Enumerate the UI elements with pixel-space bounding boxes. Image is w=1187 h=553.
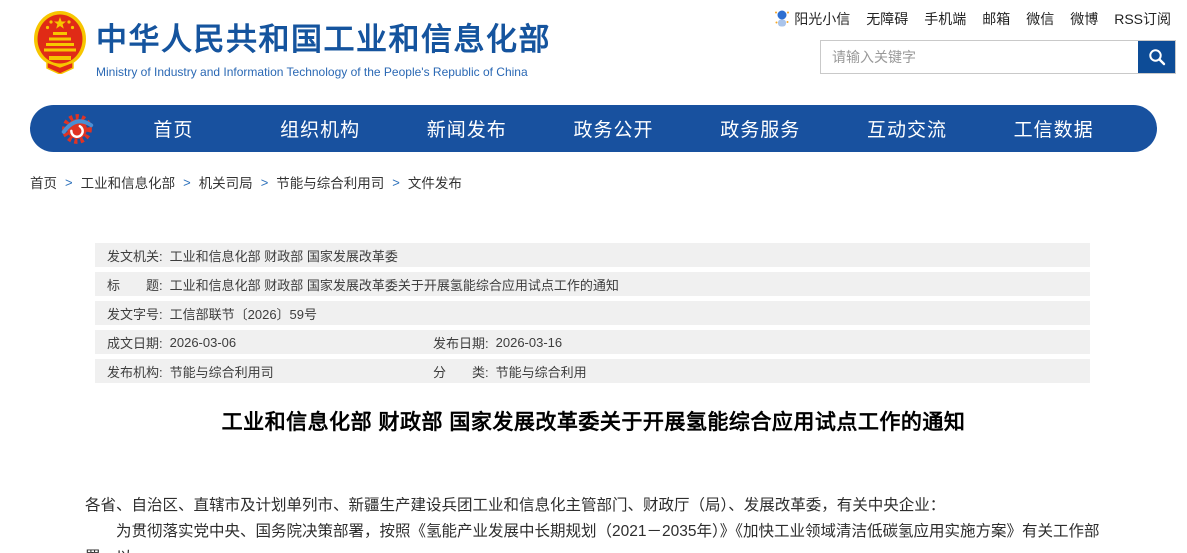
breadcrumb-separator: > (392, 174, 400, 190)
meta-cell: 发布日期: 2026-03-16 (433, 333, 562, 352)
quick-link-label: 无障碍 (866, 11, 909, 27)
nav-item-gov-services[interactable]: 政务服务 (687, 115, 834, 142)
quick-link-sunshine[interactable]: 阳光小信 (774, 9, 850, 29)
breadcrumb-separator: > (183, 174, 191, 190)
meta-label: 成文日期: (107, 335, 163, 351)
meta-cell: 发文机关: 工业和信息化部 财政部 国家发展改革委 (107, 246, 398, 265)
article-salutation: 各省、自治区、直辖市及计划单列市、新疆生产建设兵团工业和信息化主管部门、财政厅（… (85, 497, 946, 514)
quick-links: 阳光小信 无障碍 手机端 邮箱 微信 微博 RSS订阅 (774, 9, 1171, 29)
meta-cell: 成文日期: 2026-03-06 (107, 333, 433, 352)
nav-items: 首页 组织机构 新闻发布 政务公开 政务服务 互动交流 工信数据 (100, 115, 1127, 142)
nav-item-miit-data[interactable]: 工信数据 (980, 115, 1127, 142)
search-input[interactable] (821, 41, 1138, 73)
nav-item-home[interactable]: 首页 (100, 115, 247, 142)
meta-value: 节能与综合利用 (495, 364, 587, 380)
meta-cell: 发布机构: 节能与综合利用司 (107, 362, 433, 381)
meta-row-dates: 成文日期: 2026-03-06 发布日期: 2026-03-16 (95, 330, 1090, 354)
meta-label: 发布机构: (107, 364, 163, 380)
ministry-title-block: 中华人民共和国工业和信息化部 Ministry of Industry and … (96, 8, 551, 79)
ministry-title-en: Ministry of Industry and Information Tec… (96, 65, 528, 79)
meta-cell: 分 类: 节能与综合利用 (433, 362, 587, 381)
breadcrumb-item-documents[interactable]: 文件发布 (408, 172, 462, 192)
article-title: 工业和信息化部 财政部 国家发展改革委关于开展氢能综合应用试点工作的通知 (221, 411, 966, 434)
nav-item-organization[interactable]: 组织机构 (247, 115, 394, 142)
search-bar (820, 40, 1176, 74)
quick-link-weibo[interactable]: 微博 (1070, 9, 1098, 29)
quick-link-accessibility[interactable]: 无障碍 (866, 9, 908, 29)
nav-item-news[interactable]: 新闻发布 (393, 115, 540, 142)
search-button[interactable] (1138, 41, 1175, 73)
ministry-title-cn: 中华人民共和国工业和信息化部 (96, 22, 551, 57)
meta-value: 工信部联节〔2026〕59号 (169, 306, 318, 322)
quick-link-label: 微博 (1070, 11, 1099, 27)
quick-link-label: 邮箱 (982, 11, 1011, 27)
quick-link-label: 手机端 (924, 11, 967, 27)
quick-link-label: RSS订阅 (1114, 11, 1171, 27)
meta-value: 工业和信息化部 财政部 国家发展改革委 (169, 248, 398, 264)
document-meta-table: 发文机关: 工业和信息化部 财政部 国家发展改革委 标 题: 工业和信息化部 财… (95, 243, 1090, 388)
sunshine-mascot-icon (775, 10, 790, 27)
meta-value: 节能与综合利用司 (169, 364, 274, 380)
breadcrumb-item-home[interactable]: 首页 (30, 172, 57, 192)
nav-item-gov-disclosure[interactable]: 政务公开 (540, 115, 687, 142)
meta-label: 发文字号: (107, 306, 163, 322)
meta-label: 发布日期: (433, 335, 489, 351)
meta-cell: 发文字号: 工信部联节〔2026〕59号 (107, 304, 317, 323)
article-body: 各省、自治区、直辖市及计划单列市、新疆生产建设兵团工业和信息化主管部门、财政厅（… (85, 493, 1107, 553)
nav-item-interaction[interactable]: 互动交流 (834, 115, 981, 142)
meta-label: 标 题: (107, 277, 163, 293)
breadcrumb-separator: > (260, 174, 269, 190)
quick-link-rss[interactable]: RSS订阅 (1114, 9, 1171, 29)
quick-link-label: 阳光小信 (794, 11, 851, 27)
meta-value: 2026-03-06 (169, 334, 237, 350)
breadcrumb-item-miit[interactable]: 工业和信息化部 (81, 172, 176, 192)
meta-value: 2026-03-16 (495, 334, 563, 350)
meta-label: 发文机关: (107, 248, 163, 264)
breadcrumb-item-energy-dept[interactable]: 节能与综合利用司 (276, 172, 384, 192)
breadcrumb: 首页 > 工业和信息化部 > 机关司局 > 节能与综合利用司 > 文件发布 (30, 172, 462, 192)
quick-link-mail[interactable]: 邮箱 (982, 9, 1010, 29)
national-emblem-icon (34, 11, 86, 74)
meta-value: 工业和信息化部 财政部 国家发展改革委关于开展氢能综合应用试点工作的通知 (169, 277, 619, 293)
breadcrumb-separator: > (65, 174, 73, 190)
quick-link-mobile[interactable]: 手机端 (924, 9, 966, 29)
header-brand-link[interactable]: 中华人民共和国工业和信息化部 Ministry of Industry and … (32, 8, 551, 79)
meta-row-issuing-agency: 发文机关: 工业和信息化部 财政部 国家发展改革委 (95, 243, 1090, 267)
meta-row-doc-number: 发文字号: 工信部联节〔2026〕59号 (95, 301, 1090, 325)
meta-row-title: 标 题: 工业和信息化部 财政部 国家发展改革委关于开展氢能综合应用试点工作的通… (95, 272, 1090, 296)
miit-logo-icon[interactable] (60, 112, 94, 146)
meta-cell: 标 题: 工业和信息化部 财政部 国家发展改革委关于开展氢能综合应用试点工作的通… (107, 275, 619, 294)
search-icon (1148, 49, 1165, 66)
article-paragraph: 为贯彻落实党中央、国务院决策部署，按照《氢能产业发展中长期规划（2021－203… (85, 523, 1100, 553)
meta-label: 分 类: (433, 364, 489, 380)
quick-link-label: 微信 (1026, 11, 1055, 27)
meta-row-publisher-category: 发布机构: 节能与综合利用司 分 类: 节能与综合利用 (95, 359, 1090, 383)
page: 中华人民共和国工业和信息化部 Ministry of Industry and … (0, 0, 1187, 553)
main-nav: 首页 组织机构 新闻发布 政务公开 政务服务 互动交流 工信数据 (30, 105, 1157, 152)
breadcrumb-item-departments[interactable]: 机关司局 (199, 172, 253, 192)
quick-link-wechat[interactable]: 微信 (1026, 9, 1054, 29)
